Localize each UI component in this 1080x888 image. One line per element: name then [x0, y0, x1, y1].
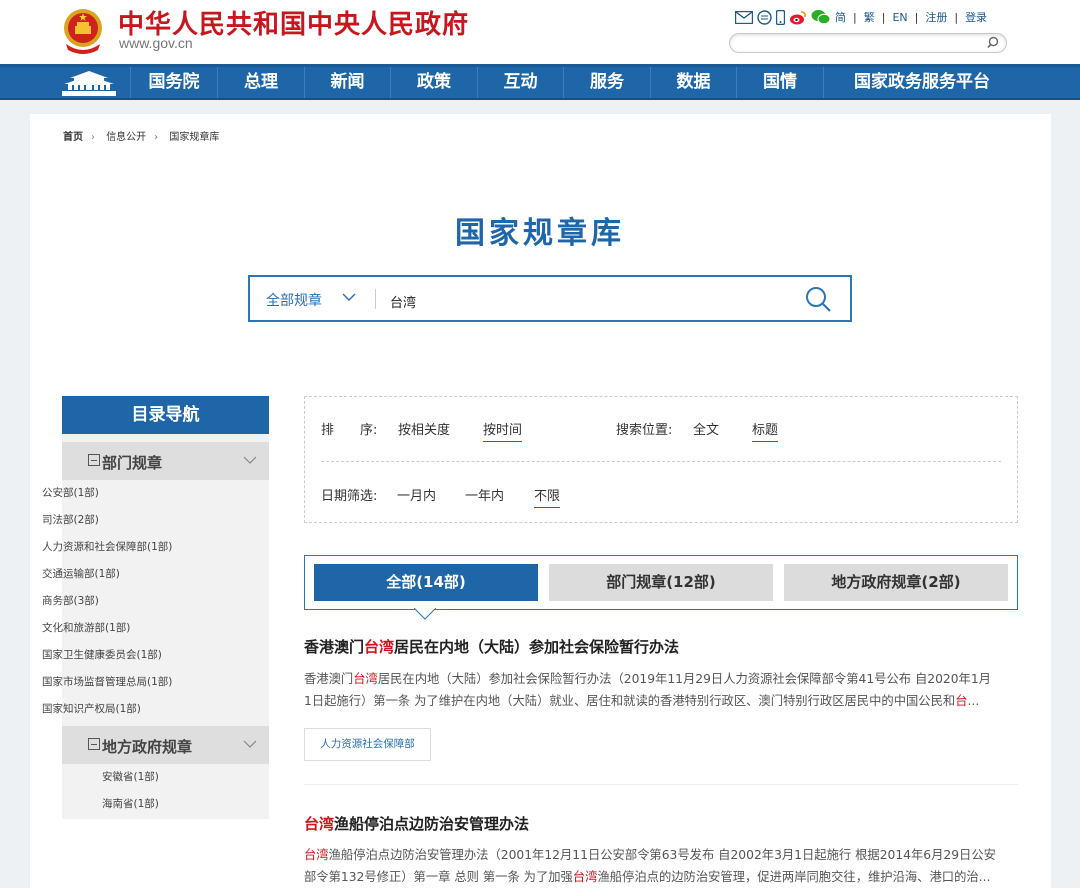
result-snippet: 台湾渔船停泊点边防治安管理办法（2001年12月11日公安部令第63号发布 自2… [304, 848, 996, 884]
sidebar-item-public-security[interactable]: 公安部(1部) [42, 485, 99, 500]
divider [375, 289, 376, 309]
mail-icon[interactable] [735, 10, 753, 24]
nav-item-service[interactable]: 服务 [563, 67, 650, 98]
collapse-icon[interactable] [88, 738, 100, 750]
regulation-search-box: 全部规章 台湾 [248, 275, 852, 322]
nav-items: 国务院 总理 新闻 政策 互动 服务 数据 国情 国家政务服务平台 [130, 67, 1020, 98]
nav-item-service-platform[interactable]: 国家政务服务平台 [823, 67, 1020, 98]
breadcrumb-current: 国家规章库 [169, 132, 220, 143]
divider [321, 461, 1001, 462]
sidebar-group-department[interactable]: 部门规章 [62, 442, 269, 480]
national-emblem-icon[interactable] [60, 6, 106, 54]
result-title[interactable]: 香港澳门台湾居民在内地（大陆）参加社会保险暂行办法 [304, 636, 679, 657]
sidebar-item-culture-tourism[interactable]: 文化和旅游部(1部) [42, 620, 130, 635]
link-traditional[interactable]: 繁 [864, 9, 875, 25]
nav-item-national-info[interactable]: 国情 [736, 67, 823, 98]
link-separator: | [954, 10, 959, 24]
message-icon[interactable] [757, 9, 772, 25]
sidebar-item-justice[interactable]: 司法部(2部) [42, 512, 99, 527]
sort-label: 排 序: [321, 423, 378, 438]
breadcrumb-home[interactable]: 首页 [63, 132, 83, 143]
chevron-down-icon[interactable] [342, 293, 356, 302]
filter-panel: 排 序: 按相关度 按时间 搜索位置: 全文 标题 日期筛选: 一月内 一年内 … [304, 396, 1018, 523]
chevron-down-icon[interactable] [243, 740, 257, 748]
nav-item-policy[interactable]: 政策 [390, 67, 477, 98]
weibo-icon[interactable] [789, 10, 807, 25]
chevron-right-icon: › [154, 132, 159, 143]
link-separator: | [914, 10, 919, 24]
sidebar-heading: 目录导航 [62, 396, 269, 434]
tab-department[interactable]: 部门规章(12部) [549, 564, 773, 601]
link-simplified[interactable]: 简 [835, 9, 846, 25]
chevron-down-icon[interactable] [243, 456, 257, 464]
link-english[interactable]: EN [892, 11, 907, 24]
date-unlimited[interactable]: 不限 [534, 485, 561, 508]
sidebar-group-local[interactable]: 地方政府规章 [62, 726, 269, 764]
sidebar-item-commerce[interactable]: 商务部(3部) [42, 593, 99, 608]
search-icon[interactable] [986, 36, 1000, 50]
sidebar-item-anhui[interactable]: 安徽省(1部) [102, 769, 159, 784]
sidebar-item-transport[interactable]: 交通运输部(1部) [42, 566, 120, 581]
result-department-tag[interactable]: 人力资源社会保障部 [304, 728, 431, 761]
date-label: 日期筛选: [321, 489, 378, 504]
result-tabs: 全部(14部) 部门规章(12部) 地方政府规章(2部) [304, 555, 1018, 610]
nav-item-state-council[interactable]: 国务院 [130, 67, 217, 98]
position-fulltext[interactable]: 全文 [693, 419, 719, 438]
nav-item-data[interactable]: 数据 [650, 67, 736, 98]
sidebar-item-hr-social-security[interactable]: 人力资源和社会保障部(1部) [42, 539, 172, 554]
result-title[interactable]: 台湾渔船停泊点边防治安管理办法 [304, 813, 529, 834]
sidebar-group-label[interactable]: 地方政府规章 [102, 736, 192, 757]
nav-item-interaction[interactable]: 互动 [477, 67, 563, 98]
chevron-right-icon: › [91, 132, 95, 143]
main-nav: 国务院 总理 新闻 政策 互动 服务 数据 国情 国家政务服务平台 [0, 64, 1080, 100]
tab-local-government[interactable]: 地方政府规章(2部) [784, 564, 1008, 601]
search-icon[interactable] [804, 285, 832, 313]
site-search-input[interactable] [729, 33, 1007, 53]
sidebar-item-health-commission[interactable]: 国家卫生健康委员会(1部) [42, 647, 162, 662]
link-login[interactable]: 登录 [965, 9, 987, 25]
tab-all[interactable]: 全部(14部) [314, 564, 538, 601]
nav-item-premier[interactable]: 总理 [217, 67, 304, 98]
sidebar-item-hainan[interactable]: 海南省(1部) [102, 796, 159, 811]
nav-item-news[interactable]: 新闻 [304, 67, 390, 98]
result-snippet: 香港澳门台湾居民在内地（大陆）参加社会保险暂行办法（2019年11月29日人力资… [304, 672, 991, 708]
wechat-icon[interactable] [811, 9, 831, 25]
date-year[interactable]: 一年内 [465, 485, 504, 504]
tab-pointer-icon [414, 608, 436, 620]
page-title: 国家规章库 [455, 216, 625, 251]
position-title[interactable]: 标题 [752, 419, 779, 442]
link-register[interactable]: 注册 [925, 9, 947, 25]
breadcrumb: 首页 › 信息公开 › 国家规章库 [63, 128, 225, 143]
sidebar-item-intellectual-property[interactable]: 国家知识产权局(1部) [42, 701, 141, 716]
sort-relevance[interactable]: 按相关度 [398, 419, 450, 438]
date-month[interactable]: 一月内 [397, 485, 436, 504]
mobile-icon[interactable] [776, 9, 785, 25]
sidebar-group-label[interactable]: 部门规章 [102, 452, 162, 473]
sort-time[interactable]: 按时间 [483, 419, 523, 442]
result-divider [304, 784, 1018, 785]
position-label: 搜索位置: [616, 423, 673, 438]
link-separator: | [881, 10, 886, 24]
tiananmen-icon[interactable] [58, 70, 120, 98]
breadcrumb-info[interactable]: 信息公开 [106, 132, 146, 143]
site-url[interactable]: www.gov.cn [119, 35, 193, 51]
search-scope-select[interactable]: 全部规章 [266, 290, 322, 310]
link-separator: | [853, 10, 857, 24]
sidebar-item-market-regulation[interactable]: 国家市场监督管理总局(1部) [42, 674, 172, 689]
top-links: 简 | 繁 | EN | 注册 | 登录 [735, 7, 987, 27]
site-header: 中华人民共和国中央人民政府 www.gov.cn 简 | 繁 | EN | 注册… [0, 0, 1080, 64]
collapse-icon[interactable] [88, 454, 100, 466]
search-input[interactable]: 台湾 [390, 292, 416, 311]
